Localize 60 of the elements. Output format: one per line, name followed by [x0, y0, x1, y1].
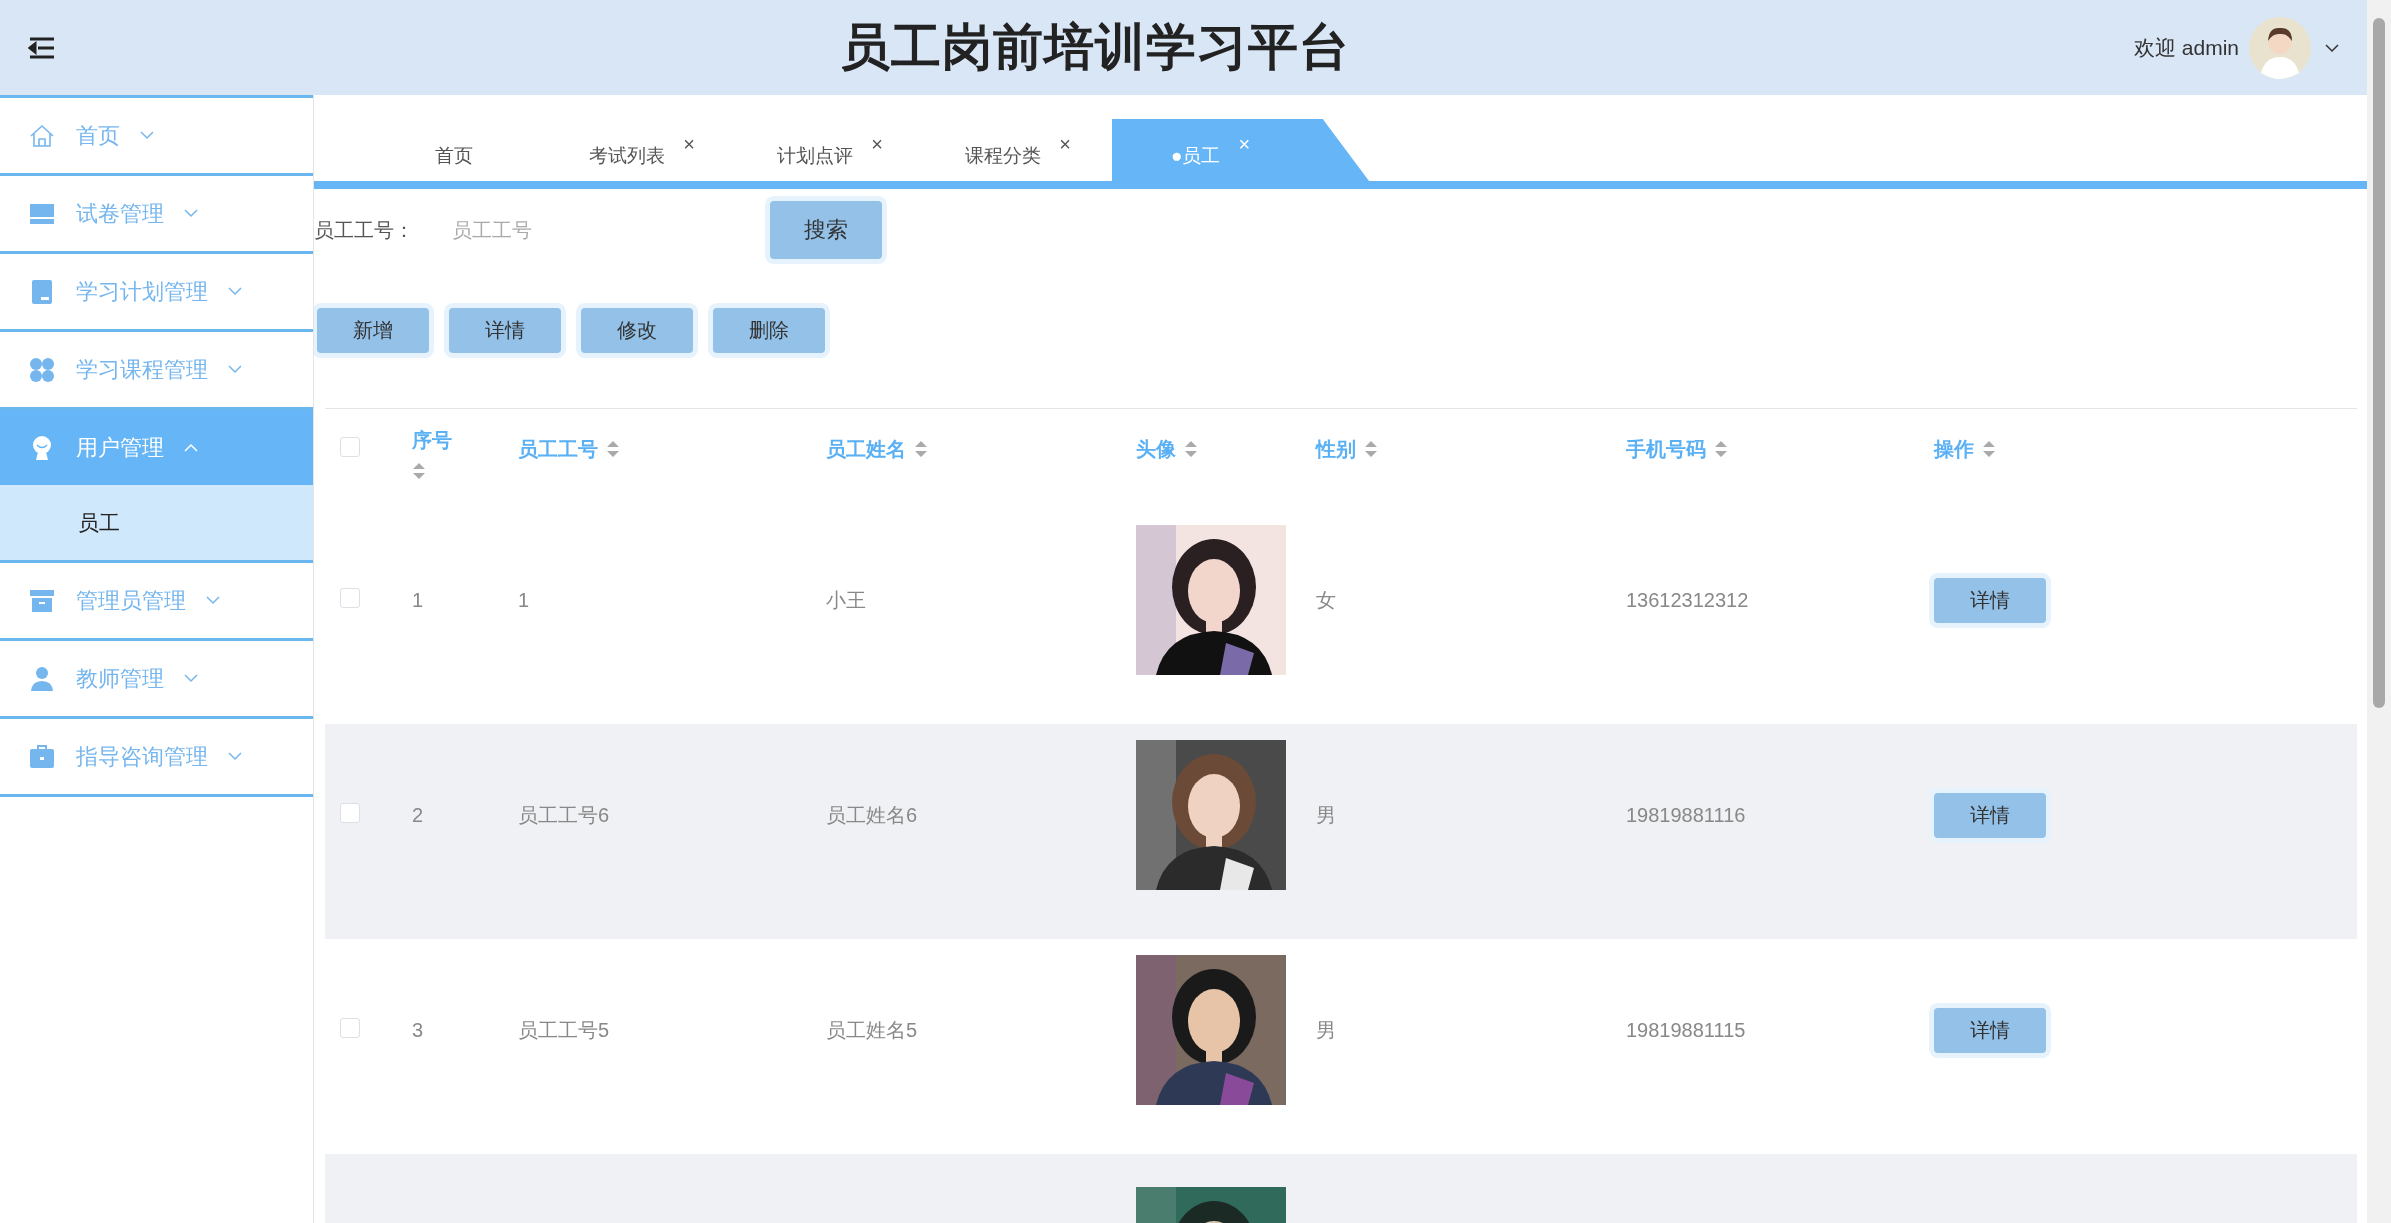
tab[interactable]: 计划点评 ×: [736, 119, 924, 181]
table-cell-text: 19819881116: [1626, 803, 1747, 827]
close-icon[interactable]: ×: [1059, 132, 1071, 156]
table-cell-text: 员工姓名6: [826, 802, 919, 828]
column-header: 员工姓名: [826, 436, 906, 462]
sort-icon[interactable]: [1364, 440, 1378, 459]
person-icon: [28, 664, 56, 693]
tab[interactable]: 首页: [360, 119, 548, 181]
table-cell-text: 1: [412, 588, 425, 612]
chevron-down-icon: [206, 596, 220, 605]
sort-icon[interactable]: [914, 440, 928, 459]
chevron-down-icon: [184, 209, 198, 218]
tab[interactable]: 课程分类 ×: [924, 119, 1112, 181]
checkbox[interactable]: [340, 588, 360, 609]
table-cell-text: 男: [1316, 1017, 1337, 1043]
avatar[interactable]: [2249, 16, 2311, 79]
column-header: 序号: [412, 427, 452, 453]
table-cell-text: 员工姓名5: [826, 1017, 919, 1043]
checkbox[interactable]: [340, 803, 360, 824]
scrollbar-thumb[interactable]: [2373, 18, 2385, 708]
table-cell-text: 19819881115: [1626, 1018, 1747, 1042]
sort-icon[interactable]: [1714, 440, 1728, 459]
close-icon[interactable]: ×: [683, 132, 695, 156]
table-cell-text: 1: [518, 588, 531, 612]
sort-icon[interactable]: [1184, 440, 1198, 459]
table-cell-text: 13612312312: [1626, 588, 1750, 612]
chevron-down-icon: [228, 287, 242, 296]
table-cell-text: 男: [1316, 802, 1337, 828]
tab[interactable]: 考试列表 ×: [548, 119, 736, 181]
field-label: 员工工号：: [314, 217, 415, 243]
table-cell-text: 女: [1316, 587, 1337, 613]
page-title: 员工岗前培训学习平台: [839, 18, 1351, 77]
four-dots-icon: [28, 355, 56, 384]
table-cell-text: 2: [412, 803, 425, 827]
table-cell-text: 小王: [826, 587, 867, 613]
sort-icon[interactable]: [412, 461, 426, 480]
chevron-down-icon: [140, 131, 154, 140]
sort-icon[interactable]: [1982, 440, 1996, 459]
table-cell-text: 3: [412, 1018, 425, 1042]
chevron-down-icon: [2325, 43, 2339, 53]
table-cell-text: 员工工号5: [518, 1017, 611, 1043]
column-header: 性别: [1316, 436, 1356, 462]
chevron-down-icon: [184, 674, 198, 683]
sidebar-subitem[interactable]: 员工: [0, 485, 313, 560]
chevron-down-icon: [228, 365, 242, 374]
column-header: 手机号码: [1626, 436, 1706, 462]
table-cell-text: 员工工号6: [518, 802, 611, 828]
scrollbar[interactable]: [2367, 0, 2391, 1223]
briefcase-icon: [28, 742, 56, 771]
column-header: 操作: [1934, 436, 1974, 462]
close-icon[interactable]: ×: [871, 132, 883, 156]
welcome-text: 欢迎 admin: [2133, 34, 2239, 61]
sort-icon[interactable]: [606, 440, 620, 459]
menu-icon[interactable]: [28, 36, 56, 59]
column-header: 员工工号: [518, 436, 598, 462]
chevron-up-icon: [184, 443, 198, 452]
checkbox[interactable]: [340, 1018, 360, 1039]
column-header: 头像: [1136, 436, 1176, 462]
chevron-down-icon: [228, 752, 242, 761]
checkbox[interactable]: [340, 437, 360, 458]
